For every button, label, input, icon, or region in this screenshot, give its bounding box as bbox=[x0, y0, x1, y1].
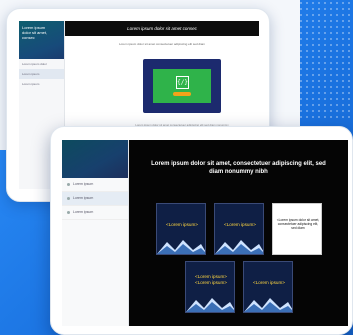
flashcard-flipped[interactable]: <Lorem ipsum dolor sit amet, consectetue… bbox=[272, 203, 322, 255]
dot-icon bbox=[67, 197, 70, 200]
tablet-front-main: Lorem ipsum dolor sit amet, consectetuer… bbox=[129, 140, 348, 326]
mountain-icon bbox=[244, 298, 292, 312]
sidebar-item[interactable]: Lorem ipsum dolor bbox=[19, 59, 64, 69]
flashcard-label: <Lorem ipsum> <Lorem ipsum> bbox=[195, 274, 227, 285]
flashcard[interactable]: <Lorem ipsum> bbox=[156, 203, 206, 255]
dot-icon bbox=[67, 211, 70, 214]
sidebar-header: Lorem ipsum dolor sit amet, consec bbox=[19, 21, 64, 59]
flashcard-label: <Lorem ipsum> bbox=[224, 222, 256, 227]
sidebar-header-image bbox=[62, 140, 128, 178]
sidebar-item-label: Lorem ipsum bbox=[73, 182, 94, 186]
flashcard[interactable]: <Lorem ipsum> <Lorem ipsum> bbox=[185, 261, 235, 313]
sidebar-item[interactable]: Lorem ipsum bbox=[62, 178, 128, 192]
flashcard-label: <Lorem ipsum> bbox=[166, 222, 198, 227]
sidebar-item[interactable]: Lorem ipsum bbox=[19, 79, 64, 89]
dot-icon bbox=[67, 183, 70, 186]
sidebar-item[interactable]: Lorem ipsum bbox=[62, 206, 128, 220]
mountain-icon bbox=[157, 240, 205, 254]
sidebar-header-line: consec bbox=[22, 35, 35, 40]
video-frame: {/} bbox=[153, 69, 211, 103]
code-icon: {/} bbox=[176, 76, 189, 89]
mountain-icon bbox=[186, 298, 234, 312]
tablet-front: Lorem ipsum Lorem ipsum Lorem ipsum Lore… bbox=[50, 126, 353, 335]
page-title: Lorem ipsum dolor sit amet consec bbox=[65, 21, 259, 36]
sidebar-item-label: Lorem ipsum bbox=[73, 210, 94, 214]
flashcard[interactable]: <Lorem ipsum> bbox=[243, 261, 293, 313]
sidebar-item-active[interactable]: Lorem ipsum bbox=[19, 69, 64, 79]
tablet-front-sidebar: Lorem ipsum Lorem ipsum Lorem ipsum bbox=[62, 140, 129, 326]
video-player[interactable]: {/} bbox=[143, 59, 221, 113]
sidebar-item-label: Lorem ipsum bbox=[73, 196, 94, 200]
flashcard-label: <Lorem ipsum> bbox=[253, 280, 285, 285]
flashcard-label: <Lorem ipsum dolor sit amet, consectetue… bbox=[276, 218, 320, 231]
mountain-icon bbox=[215, 240, 263, 254]
flashcard[interactable]: <Lorem ipsum> bbox=[214, 203, 264, 255]
page-subtitle: Lorem ipsum dolor sit amet consectetuer … bbox=[118, 42, 206, 46]
sidebar-item-active[interactable]: Lorem ipsum bbox=[62, 192, 128, 206]
page-title: Lorem ipsum dolor sit amet, consectetuer… bbox=[151, 161, 326, 175]
play-pill-icon[interactable] bbox=[173, 92, 191, 96]
tablet-front-screen: Lorem ipsum Lorem ipsum Lorem ipsum Lore… bbox=[62, 140, 348, 326]
